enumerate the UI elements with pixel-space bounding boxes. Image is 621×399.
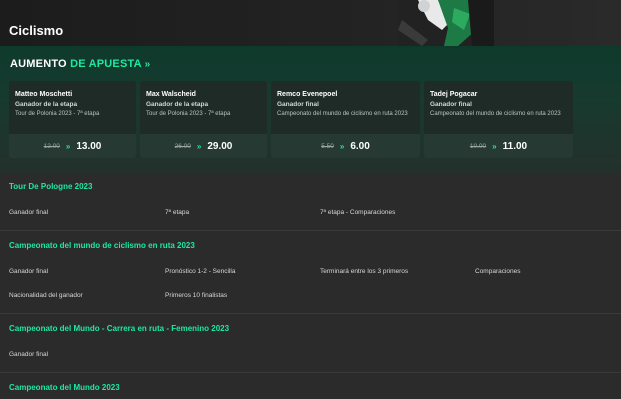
boost-card[interactable]: Remco Evenepoel Ganador final Campeonato… <box>271 81 420 158</box>
boosted-odds: 13.00 <box>76 140 102 152</box>
market-link[interactable]: Ganador final <box>9 268 48 275</box>
boosted-odds: 6.00 <box>350 140 370 152</box>
market-link[interactable]: Ganador final <box>9 351 48 358</box>
section-divider <box>0 372 621 373</box>
double-chevron-right-icon: » <box>65 141 71 151</box>
cyclist-banner-image <box>398 0 494 46</box>
market-name: Ganador de la etapa <box>146 101 209 108</box>
market-link[interactable]: Primeros 10 finalistas <box>165 292 227 299</box>
market-link[interactable]: Nacionalidad del ganador <box>9 292 83 299</box>
page-title: Ciclismo <box>9 23 64 38</box>
page-header: Ciclismo <box>0 0 621 46</box>
double-chevron-right-icon: » <box>339 141 345 151</box>
boost-card[interactable]: Max Walscheid Ganador de la etapa Tour d… <box>140 81 267 158</box>
double-chevron-right-icon: » <box>144 59 151 70</box>
market-link[interactable]: Pronóstico 1-2 - Sencilla <box>165 268 235 275</box>
market-name: Ganador de la etapa <box>15 101 78 108</box>
competition-title[interactable]: Tour De Pologne 2023 <box>9 182 92 191</box>
boost-card[interactable]: Matteo Moschetti Ganador de la etapa Tou… <box>9 81 136 158</box>
event-name: Campeonato del mundo de ciclismo en ruta… <box>277 111 408 117</box>
rider-name: Tadej Pogacar <box>430 91 478 98</box>
rider-name: Remco Evenepoel <box>277 91 338 98</box>
boost-card[interactable]: Tadej Pogacar Ganador final Campeonato d… <box>424 81 573 158</box>
event-name: Tour de Polonia 2023 - 7ª etapa <box>15 111 100 117</box>
rider-name: Matteo Moschetti <box>15 91 73 98</box>
event-name: Campeonato del mundo de ciclismo en ruta… <box>430 111 561 117</box>
competition-title[interactable]: Campeonato del mundo de ciclismo en ruta… <box>9 241 195 250</box>
market-link[interactable]: Terminará entre los 3 primeros <box>320 268 408 275</box>
odds-button[interactable]: 10.00 » 11.00 <box>424 134 573 158</box>
bet-boost-section: AUMENTO DE APUESTA » Matteo Moschetti Ga… <box>0 46 621 174</box>
odds-button[interactable]: 5.50 » 6.00 <box>271 134 420 158</box>
old-odds: 5.50 <box>321 142 334 150</box>
old-odds: 12.00 <box>43 142 60 150</box>
market-link[interactable]: 7ª etapa - Comparaciones <box>320 209 395 216</box>
market-name: Ganador final <box>430 101 472 108</box>
old-odds: 10.00 <box>469 142 487 150</box>
bet-boost-title: AUMENTO DE APUESTA » <box>10 58 151 70</box>
market-link[interactable]: Comparaciones <box>475 268 521 275</box>
event-name: Tour de Polonia 2023 - 7ª etapa <box>146 111 231 117</box>
boosted-odds: 11.00 <box>502 140 528 152</box>
double-chevron-right-icon: » <box>196 141 202 151</box>
old-odds: 26.00 <box>174 142 191 150</box>
section-divider <box>0 313 621 314</box>
competition-title[interactable]: Campeonato del Mundo 2023 <box>9 383 120 392</box>
odds-button[interactable]: 12.00 » 13.00 <box>9 134 136 158</box>
odds-button[interactable]: 26.00 » 29.00 <box>140 134 267 158</box>
market-link[interactable]: 7ª etapa <box>165 209 189 216</box>
section-divider <box>0 230 621 231</box>
double-chevron-right-icon: » <box>492 141 497 151</box>
boosted-odds: 29.00 <box>207 140 233 152</box>
competition-title[interactable]: Campeonato del Mundo - Carrera en ruta -… <box>9 324 229 333</box>
rider-name: Max Walscheid <box>146 91 196 98</box>
market-name: Ganador final <box>277 101 319 108</box>
market-link[interactable]: Ganador final <box>9 209 48 216</box>
